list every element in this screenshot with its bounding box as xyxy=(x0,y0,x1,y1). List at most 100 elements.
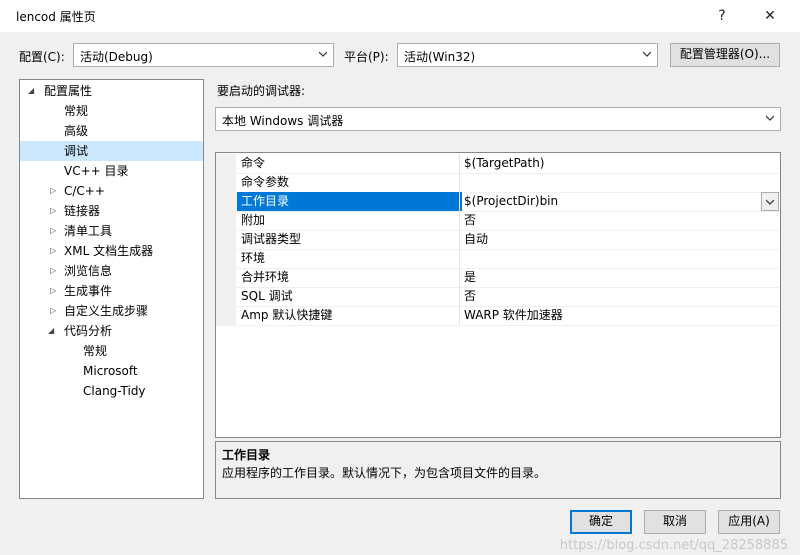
expand-icon[interactable]: ▷ xyxy=(50,261,60,281)
platform-label: 平台(P): xyxy=(344,50,389,64)
tree-item-debugging[interactable]: 调试 xyxy=(20,141,203,161)
chevron-down-icon xyxy=(643,51,651,57)
tree-item-label: 高级 xyxy=(64,124,89,138)
tree-item-label: 清单工具 xyxy=(64,224,113,238)
property-value[interactable]: 是 xyxy=(459,268,784,287)
row-gutter xyxy=(216,192,236,211)
help-button[interactable]: ? xyxy=(708,4,736,28)
watermark: https://blog.csdn.net/qq_28258885 xyxy=(559,538,788,553)
tree-item-label: 常规 xyxy=(83,344,108,358)
description-text: 应用程序的工作目录。默认情况下，为包含项目文件的目录。 xyxy=(222,466,547,480)
tree-item-xml-doc-generator[interactable]: ▷ XML 文档生成器 xyxy=(20,241,203,261)
row-gutter xyxy=(216,173,236,192)
property-row[interactable]: Amp 默认快捷键 WARP 软件加速器 xyxy=(216,306,780,326)
chevron-down-icon xyxy=(766,199,774,205)
tree-item-custom-build-step[interactable]: ▷ 自定义生成步骤 xyxy=(20,301,203,321)
property-value[interactable]: $(ProjectDir)bin xyxy=(459,192,784,211)
tree-item-label: Clang-Tidy xyxy=(83,384,146,398)
property-row[interactable]: 命令 $(TargetPath) xyxy=(216,154,780,174)
chevron-down-icon xyxy=(766,115,774,121)
debugger-dropdown[interactable]: 本地 Windows 调试器 xyxy=(215,107,781,131)
property-name: 附加 xyxy=(241,213,266,227)
tree-item-build-events[interactable]: ▷ 生成事件 xyxy=(20,281,203,301)
property-row[interactable]: 命令参数 xyxy=(216,173,780,193)
tree-item-advanced[interactable]: 高级 xyxy=(20,121,203,141)
row-gutter xyxy=(216,306,236,325)
tree-item-label: C/C++ xyxy=(64,184,105,198)
property-value[interactable]: 自动 xyxy=(459,230,784,249)
ok-button[interactable]: 确定 xyxy=(570,510,632,534)
platform-dropdown[interactable]: 活动(Win32) xyxy=(397,43,658,67)
property-name: 工作目录 xyxy=(237,192,462,211)
row-gutter xyxy=(216,287,236,306)
property-name: 合并环境 xyxy=(241,270,290,284)
property-row[interactable]: 附加 否 xyxy=(216,211,780,231)
tree-item-label: XML 文档生成器 xyxy=(64,244,154,258)
debugger-value: 本地 Windows 调试器 xyxy=(222,114,344,128)
tree-item-label: 链接器 xyxy=(64,204,101,218)
tree-item-code-analysis[interactable]: ◢ 代码分析 xyxy=(20,321,203,341)
tree-item-label: Microsoft xyxy=(83,364,138,378)
tree-item-label: 调试 xyxy=(64,144,89,158)
property-value[interactable] xyxy=(459,249,784,268)
tree-item-vc-directories[interactable]: VC++ 目录 xyxy=(20,161,203,181)
property-name: 调试器类型 xyxy=(241,232,302,246)
tree-item-label: VC++ 目录 xyxy=(64,164,129,178)
cancel-button[interactable]: 取消 xyxy=(644,510,706,534)
row-gutter xyxy=(216,230,236,249)
property-value[interactable]: WARP 软件加速器 xyxy=(459,306,784,325)
config-dropdown[interactable]: 活动(Debug) xyxy=(73,43,334,67)
window-title: lencod 属性页 xyxy=(16,10,96,24)
expand-icon[interactable]: ▷ xyxy=(50,221,60,241)
row-gutter xyxy=(216,249,236,268)
platform-value: 活动(Win32) xyxy=(404,50,476,64)
tree-item-linker[interactable]: ▷ 链接器 xyxy=(20,201,203,221)
property-value[interactable]: 否 xyxy=(459,287,784,306)
property-row-selected[interactable]: 工作目录 $(ProjectDir)bin xyxy=(216,192,780,212)
property-name: 环境 xyxy=(241,251,266,265)
config-label: 配置(C): xyxy=(19,50,65,64)
tree-item-code-analysis-general[interactable]: 常规 xyxy=(20,341,203,361)
property-name: Amp 默认快捷键 xyxy=(241,308,333,322)
tree-item-label: 常规 xyxy=(64,104,89,118)
tree-item-label: 代码分析 xyxy=(64,324,113,338)
expand-icon[interactable]: ▷ xyxy=(50,281,60,301)
expand-icon[interactable]: ▷ xyxy=(50,241,60,261)
tree-item-config-properties[interactable]: ◢ 配置属性 xyxy=(20,81,203,101)
close-button[interactable]: ✕ xyxy=(756,4,784,28)
value-dropdown-button[interactable] xyxy=(761,192,779,211)
property-row[interactable]: 环境 xyxy=(216,249,780,269)
property-name: SQL 调试 xyxy=(241,289,293,303)
apply-button[interactable]: 应用(A) xyxy=(718,510,780,534)
expand-icon[interactable]: ▷ xyxy=(50,181,60,201)
property-name: 命令参数 xyxy=(241,175,290,189)
tree-item-microsoft[interactable]: Microsoft xyxy=(20,361,203,381)
tree-item-label: 浏览信息 xyxy=(64,264,113,278)
tree-item-label: 配置属性 xyxy=(44,84,93,98)
collapse-icon[interactable]: ◢ xyxy=(48,321,58,341)
property-row[interactable]: 调试器类型 自动 xyxy=(216,230,780,250)
tree-item-clang-tidy[interactable]: Clang-Tidy xyxy=(20,381,203,401)
property-grid[interactable]: 命令 $(TargetPath) 命令参数 工作目录 $(ProjectDir)… xyxy=(215,152,781,438)
debugger-label: 要启动的调试器: xyxy=(217,84,306,98)
property-row[interactable]: 合并环境 是 xyxy=(216,268,780,288)
row-gutter xyxy=(216,268,236,287)
row-gutter xyxy=(216,211,236,230)
config-value: 活动(Debug) xyxy=(80,50,153,64)
expand-icon[interactable]: ▷ xyxy=(50,301,60,321)
tree-item-general[interactable]: 常规 xyxy=(20,101,203,121)
tree-item-label: 自定义生成步骤 xyxy=(64,304,149,318)
tree-item-browse-info[interactable]: ▷ 浏览信息 xyxy=(20,261,203,281)
property-value[interactable]: 否 xyxy=(459,211,784,230)
property-name: 命令 xyxy=(241,156,266,170)
description-panel: 工作目录 应用程序的工作目录。默认情况下，为包含项目文件的目录。 xyxy=(215,441,781,499)
tree-item-cpp[interactable]: ▷ C/C++ xyxy=(20,181,203,201)
tree-item-manifest-tool[interactable]: ▷ 清单工具 xyxy=(20,221,203,241)
property-value[interactable] xyxy=(459,173,784,192)
expand-icon[interactable]: ▷ xyxy=(50,201,60,221)
property-tree[interactable]: ◢ 配置属性 常规 高级 调试 VC++ 目录 ▷ C/C++ ▷ 链接器 ▷ … xyxy=(19,79,204,499)
property-value[interactable]: $(TargetPath) xyxy=(459,154,784,173)
config-manager-button[interactable]: 配置管理器(O)... xyxy=(670,43,780,67)
collapse-icon[interactable]: ◢ xyxy=(28,81,38,101)
property-row[interactable]: SQL 调试 否 xyxy=(216,287,780,307)
